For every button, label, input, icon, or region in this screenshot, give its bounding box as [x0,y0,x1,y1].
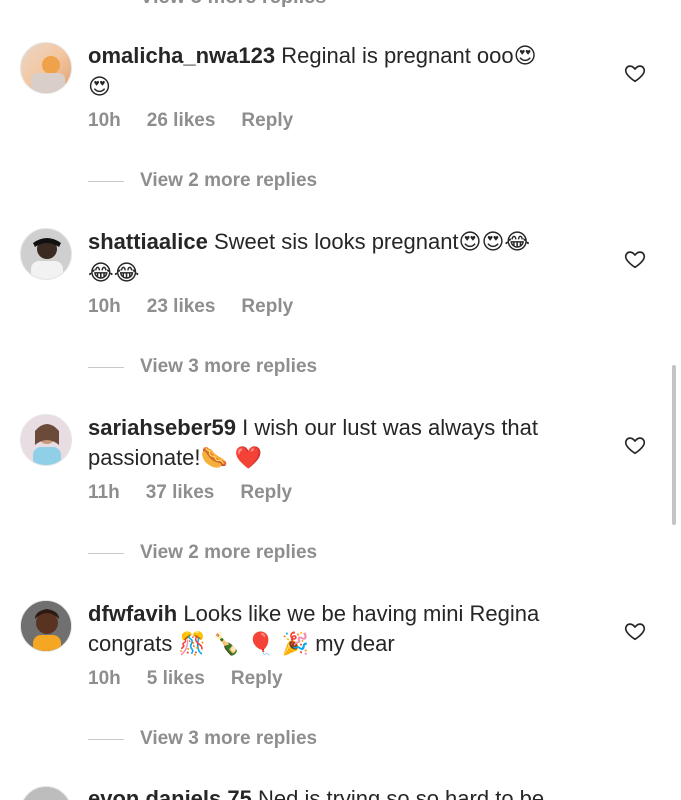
comment-time: 10h [88,668,121,689]
comment-username[interactable]: shattiaalice [88,229,208,254]
heart-outline-icon[interactable] [624,62,646,84]
heart-outline-icon[interactable] [624,620,646,642]
comment-username[interactable]: sariahseber59 [88,415,236,440]
comment-text: evon.daniels.75 Ned is trying so so hard… [88,784,588,800]
scrollbar[interactable] [672,365,676,525]
heart-outline-icon[interactable] [624,434,646,456]
emoji: 🎊 🍾 🎈 🎉 [178,632,310,657]
comment-text: dfwfavih Looks like we be having mini Re… [88,599,588,660]
avatar[interactable] [20,228,72,280]
comment-meta: 10h 23 likes Reply [88,296,293,318]
comment-body-line2-tail: my dear [315,631,395,656]
comment-body: Sweet sis looks pregnant [213,229,459,254]
comment-time: 10h [88,296,121,317]
emoji: 😍😍😂 [458,230,531,255]
comment-body: Looks like we be having mini Regina [183,601,540,626]
heart-outline-icon[interactable] [624,248,646,270]
comment-text: shattiaalice Sweet sis looks pregnant😍😍😂… [88,227,588,289]
comment-username[interactable]: dfwfavih [88,601,177,626]
reply-button[interactable]: Reply [231,668,283,690]
comment-body: Ned is trying so so hard to be [257,786,545,800]
avatar[interactable] [20,786,72,800]
comment-username[interactable]: evon.daniels.75 [88,786,252,800]
view-more-replies-partial[interactable]: View 3 more replies [140,0,326,9]
divider [88,180,124,182]
comment-text: sariahseber59 I wish our lust was always… [88,413,588,474]
divider [88,552,124,554]
avatar[interactable] [20,600,72,652]
comment-likes[interactable]: 37 likes [146,482,215,504]
emoji: 😂😂 [88,261,140,286]
emoji: 😍 [513,44,537,69]
divider [88,366,124,368]
reply-button[interactable]: Reply [240,482,292,504]
comment-meta: 10h 26 likes Reply [88,110,293,132]
comment-time: 10h [88,110,121,131]
comment-meta: 10h 5 likes Reply [88,668,283,690]
comment-likes[interactable]: 26 likes [147,110,216,132]
comment-likes[interactable]: 5 likes [147,668,205,690]
comment-username[interactable]: omalicha_nwa123 [88,43,275,68]
comment-time: 11h [88,482,120,503]
avatar[interactable] [20,42,72,94]
comment-meta: 11h 37 likes Reply [88,482,292,504]
comment-body: I wish our lust was always that [242,415,539,440]
view-more-replies[interactable]: View 2 more replies [88,170,317,192]
emoji: 😍 [88,75,111,100]
comment-text: omalicha_nwa123 Reginal is pregnant ooo😍… [88,41,588,103]
comment-body: Reginal is pregnant ooo [281,43,514,68]
emoji: 🌭 ❤️ [200,446,263,471]
reply-button[interactable]: Reply [241,110,293,132]
comment-body-line2: congrats [88,631,173,656]
view-more-replies[interactable]: View 3 more replies [88,356,317,378]
reply-button[interactable]: Reply [241,296,293,318]
divider [88,738,124,740]
view-more-replies[interactable]: View 2 more replies [88,542,317,564]
comment-likes[interactable]: 23 likes [147,296,216,318]
view-more-replies[interactable]: View 3 more replies [88,728,317,750]
avatar[interactable] [20,414,72,466]
comment-body-line2: passionate! [88,445,201,470]
